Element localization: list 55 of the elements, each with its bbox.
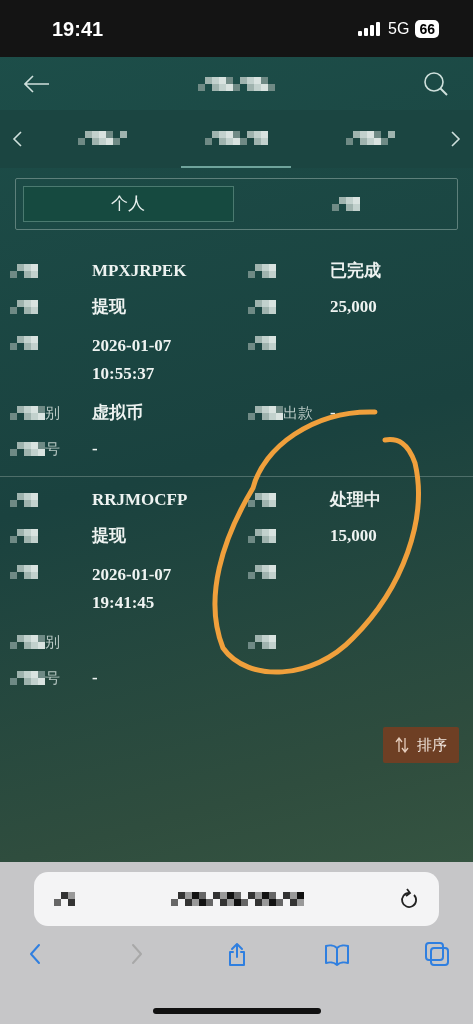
pixelated-redaction	[54, 892, 75, 906]
signal-icon	[358, 21, 383, 36]
back-arrow-icon[interactable]	[24, 74, 50, 93]
field-value: 已完成	[330, 260, 381, 282]
field-value: -	[92, 667, 98, 689]
pixelated-redaction	[248, 493, 276, 507]
pixelated-redaction	[248, 565, 276, 579]
field-value: 处理中	[330, 489, 381, 511]
field-value: 19:41:45	[92, 592, 156, 614]
status-time: 19:41	[52, 16, 104, 42]
address-bar[interactable]	[34, 872, 439, 926]
pixelated-redaction	[10, 406, 45, 420]
pixelated-redaction	[10, 300, 38, 314]
network-label: 5G	[388, 18, 410, 39]
field-label: 号	[45, 667, 60, 688]
field-value: 提现	[92, 525, 126, 547]
field-value: -	[92, 438, 98, 460]
field-label: 出款	[283, 402, 313, 423]
field-value: -	[330, 402, 336, 424]
sort-button[interactable]: 排序	[383, 727, 459, 763]
sort-arrows-icon	[395, 737, 409, 753]
pixelated-redaction	[248, 529, 276, 543]
pixelated-redaction	[10, 336, 38, 350]
field-value: 提现	[92, 296, 126, 318]
pixelated-redaction	[345, 131, 395, 145]
segment-tab[interactable]: 个人	[23, 186, 234, 222]
pixelated-redaction	[10, 442, 45, 456]
pixelated-redaction	[10, 264, 38, 278]
field-value: 虚拟币	[92, 402, 143, 424]
field-label: 别	[45, 402, 60, 423]
field-value: MPXJRPEK	[92, 260, 187, 282]
reload-icon[interactable]	[399, 888, 419, 910]
pixelated-redaction	[78, 131, 128, 145]
pixelated-redaction	[331, 197, 360, 211]
field-value: 10:55:37	[92, 363, 156, 385]
field-value: 25,000	[330, 296, 377, 318]
field-value: RRJMOCFP	[92, 489, 188, 511]
field-label: 号	[45, 438, 60, 459]
pixelated-redaction	[248, 264, 276, 278]
pixelated-redaction	[205, 131, 268, 145]
pixelated-redaction	[10, 493, 38, 507]
pixelated-redaction	[248, 635, 276, 649]
pixelated-redaction	[248, 300, 276, 314]
search-icon[interactable]	[423, 70, 449, 97]
field-value: 15,000	[330, 525, 377, 547]
pixelated-redaction	[10, 529, 38, 543]
pixelated-redaction	[248, 406, 283, 420]
pixelated-redaction	[10, 635, 45, 649]
field-value: 2026-01-07	[92, 564, 172, 586]
pixelated-redaction	[10, 671, 45, 685]
battery-level: 66	[415, 19, 439, 38]
pixelated-redaction	[248, 336, 276, 350]
field-label: 别	[45, 631, 60, 652]
pixelated-redaction	[10, 565, 38, 579]
field-value: 2026-01-07	[92, 335, 172, 357]
